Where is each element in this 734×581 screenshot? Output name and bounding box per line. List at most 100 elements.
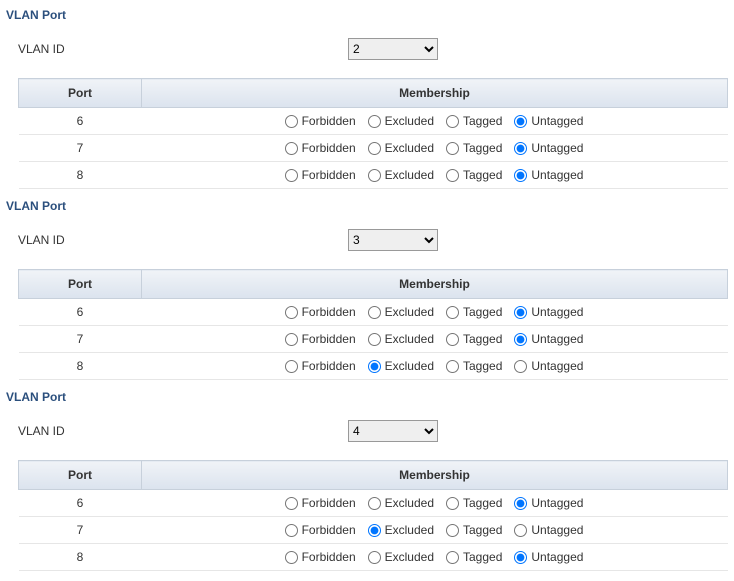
- membership-radio-tagged[interactable]: [446, 306, 459, 319]
- membership-option-untagged[interactable]: Untagged: [514, 305, 583, 319]
- membership-option-tagged[interactable]: Tagged: [446, 141, 502, 155]
- membership-radio-untagged[interactable]: [514, 524, 527, 537]
- vlan-port-table: PortMembership6ForbiddenExcludedTaggedUn…: [18, 460, 728, 571]
- membership-radio-untagged[interactable]: [514, 333, 527, 346]
- membership-radio-untagged[interactable]: [514, 360, 527, 373]
- table-row: 7ForbiddenExcludedTaggedUntagged: [19, 135, 728, 162]
- membership-option-tagged[interactable]: Tagged: [446, 332, 502, 346]
- membership-option-excluded[interactable]: Excluded: [368, 141, 434, 155]
- membership-cell: Forbidden Excluded Tagged Untagged: [142, 135, 728, 162]
- membership-option-label: Untagged: [531, 114, 583, 128]
- membership-radio-forbidden[interactable]: [285, 115, 298, 128]
- membership-option-forbidden[interactable]: Forbidden: [285, 550, 356, 564]
- membership-radio-excluded[interactable]: [368, 524, 381, 537]
- vlan-port-section-title: VLAN Port: [4, 195, 730, 221]
- membership-radio-forbidden[interactable]: [285, 497, 298, 510]
- port-cell: 6: [19, 299, 142, 326]
- membership-radio-untagged[interactable]: [514, 169, 527, 182]
- membership-radio-untagged[interactable]: [514, 551, 527, 564]
- membership-radio-group: Forbidden Excluded Tagged Untagged: [150, 359, 727, 373]
- membership-radio-tagged[interactable]: [446, 551, 459, 564]
- port-cell: 8: [19, 544, 142, 571]
- membership-radio-tagged[interactable]: [446, 524, 459, 537]
- membership-radio-untagged[interactable]: [514, 306, 527, 319]
- membership-radio-excluded[interactable]: [368, 551, 381, 564]
- membership-radio-excluded[interactable]: [368, 169, 381, 182]
- membership-option-label: Excluded: [385, 305, 434, 319]
- membership-radio-forbidden[interactable]: [285, 524, 298, 537]
- port-cell: 6: [19, 490, 142, 517]
- membership-option-tagged[interactable]: Tagged: [446, 550, 502, 564]
- membership-option-tagged[interactable]: Tagged: [446, 114, 502, 128]
- membership-radio-excluded[interactable]: [368, 333, 381, 346]
- vlan-id-select[interactable]: 4: [348, 420, 438, 442]
- membership-option-untagged[interactable]: Untagged: [514, 523, 583, 537]
- membership-option-excluded[interactable]: Excluded: [368, 332, 434, 346]
- membership-option-excluded[interactable]: Excluded: [368, 523, 434, 537]
- membership-radio-forbidden[interactable]: [285, 306, 298, 319]
- membership-option-label: Tagged: [463, 168, 502, 182]
- membership-option-excluded[interactable]: Excluded: [368, 168, 434, 182]
- membership-option-tagged[interactable]: Tagged: [446, 168, 502, 182]
- table-row: 8ForbiddenExcludedTaggedUntagged: [19, 162, 728, 189]
- membership-option-label: Excluded: [385, 550, 434, 564]
- membership-option-untagged[interactable]: Untagged: [514, 168, 583, 182]
- membership-radio-excluded[interactable]: [368, 142, 381, 155]
- membership-option-untagged[interactable]: Untagged: [514, 359, 583, 373]
- membership-option-forbidden[interactable]: Forbidden: [285, 523, 356, 537]
- membership-option-tagged[interactable]: Tagged: [446, 523, 502, 537]
- membership-option-forbidden[interactable]: Forbidden: [285, 305, 356, 319]
- membership-option-label: Forbidden: [302, 168, 356, 182]
- membership-option-untagged[interactable]: Untagged: [514, 114, 583, 128]
- membership-option-forbidden[interactable]: Forbidden: [285, 168, 356, 182]
- membership-option-excluded[interactable]: Excluded: [368, 305, 434, 319]
- membership-radio-forbidden[interactable]: [285, 333, 298, 346]
- membership-radio-untagged[interactable]: [514, 497, 527, 510]
- membership-option-excluded[interactable]: Excluded: [368, 359, 434, 373]
- membership-radio-tagged[interactable]: [446, 333, 459, 346]
- vlan-id-row: VLAN ID3: [4, 221, 730, 269]
- membership-radio-tagged[interactable]: [446, 497, 459, 510]
- membership-option-forbidden[interactable]: Forbidden: [285, 114, 356, 128]
- table-row: 6ForbiddenExcludedTaggedUntagged: [19, 108, 728, 135]
- membership-radio-forbidden[interactable]: [285, 142, 298, 155]
- membership-cell: Forbidden Excluded Tagged Untagged: [142, 517, 728, 544]
- membership-radio-forbidden[interactable]: [285, 551, 298, 564]
- membership-option-tagged[interactable]: Tagged: [446, 496, 502, 510]
- membership-option-forbidden[interactable]: Forbidden: [285, 359, 356, 373]
- membership-cell: Forbidden Excluded Tagged Untagged: [142, 544, 728, 571]
- membership-radio-excluded[interactable]: [368, 497, 381, 510]
- membership-radio-forbidden[interactable]: [285, 169, 298, 182]
- membership-option-excluded[interactable]: Excluded: [368, 496, 434, 510]
- membership-option-label: Tagged: [463, 496, 502, 510]
- membership-cell: Forbidden Excluded Tagged Untagged: [142, 353, 728, 380]
- membership-radio-untagged[interactable]: [514, 115, 527, 128]
- membership-radio-excluded[interactable]: [368, 115, 381, 128]
- membership-radio-tagged[interactable]: [446, 115, 459, 128]
- membership-radio-excluded[interactable]: [368, 360, 381, 373]
- membership-option-tagged[interactable]: Tagged: [446, 305, 502, 319]
- membership-option-untagged[interactable]: Untagged: [514, 141, 583, 155]
- membership-radio-tagged[interactable]: [446, 360, 459, 373]
- membership-option-untagged[interactable]: Untagged: [514, 496, 583, 510]
- membership-radio-group: Forbidden Excluded Tagged Untagged: [150, 141, 727, 155]
- membership-radio-group: Forbidden Excluded Tagged Untagged: [150, 332, 727, 346]
- membership-option-tagged[interactable]: Tagged: [446, 359, 502, 373]
- membership-option-label: Tagged: [463, 141, 502, 155]
- membership-option-excluded[interactable]: Excluded: [368, 114, 434, 128]
- membership-option-excluded[interactable]: Excluded: [368, 550, 434, 564]
- membership-option-untagged[interactable]: Untagged: [514, 550, 583, 564]
- membership-option-forbidden[interactable]: Forbidden: [285, 141, 356, 155]
- membership-radio-excluded[interactable]: [368, 306, 381, 319]
- vlan-id-select[interactable]: 2: [348, 38, 438, 60]
- membership-radio-tagged[interactable]: [446, 142, 459, 155]
- membership-option-untagged[interactable]: Untagged: [514, 332, 583, 346]
- membership-radio-untagged[interactable]: [514, 142, 527, 155]
- vlan-id-select[interactable]: 3: [348, 229, 438, 251]
- membership-option-label: Tagged: [463, 359, 502, 373]
- membership-option-forbidden[interactable]: Forbidden: [285, 332, 356, 346]
- membership-radio-tagged[interactable]: [446, 169, 459, 182]
- membership-radio-forbidden[interactable]: [285, 360, 298, 373]
- membership-option-label: Forbidden: [302, 550, 356, 564]
- membership-option-forbidden[interactable]: Forbidden: [285, 496, 356, 510]
